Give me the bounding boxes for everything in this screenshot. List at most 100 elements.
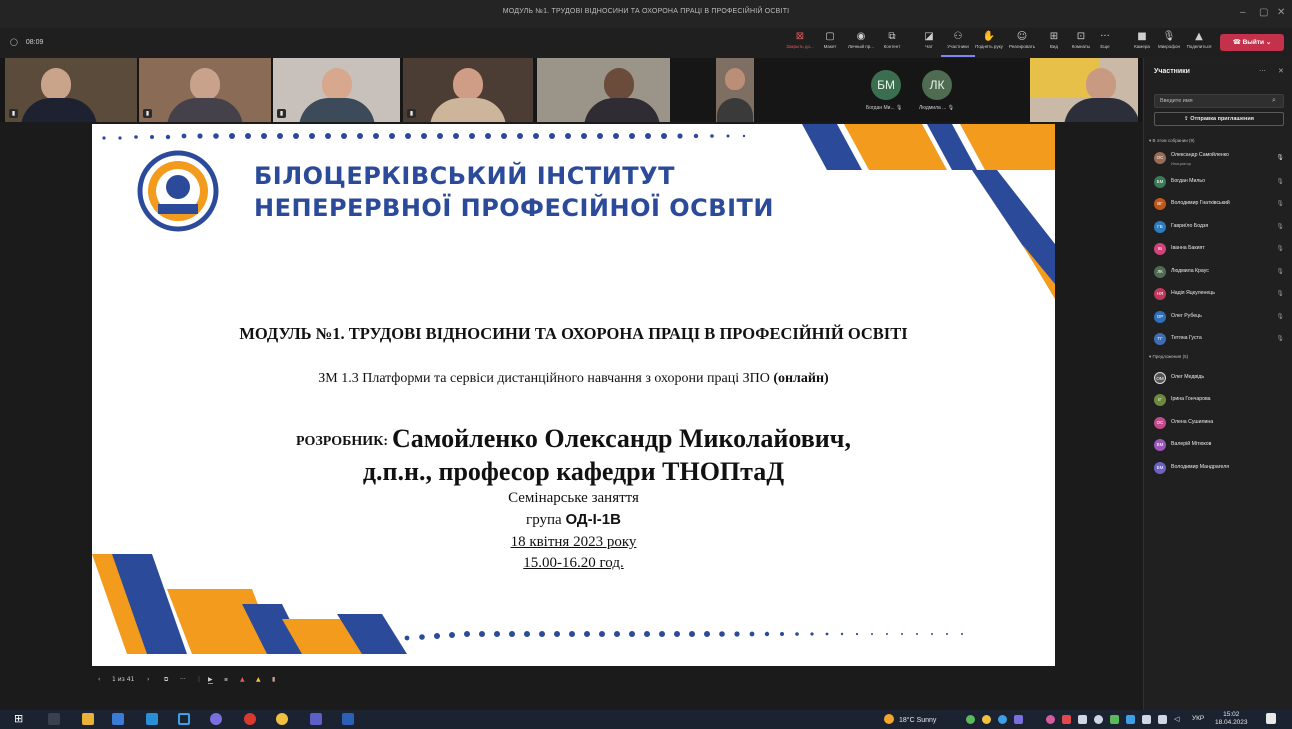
more-icon[interactable]: ··· bbox=[180, 676, 186, 683]
avatar[interactable]: ЛК bbox=[922, 70, 952, 100]
viber-icon[interactable] bbox=[210, 713, 222, 725]
tray-icon[interactable] bbox=[1014, 715, 1023, 724]
video-tile[interactable] bbox=[716, 58, 754, 122]
system-clock[interactable]: 15:02 18.04.2023 bbox=[1215, 711, 1248, 727]
participant-row[interactable]: ОС Олександр Самойленко Инициатор 🎙 bbox=[1154, 150, 1288, 168]
pen-tray-icon[interactable] bbox=[1158, 715, 1167, 724]
tray-icon[interactable] bbox=[982, 715, 991, 724]
tray-icon[interactable] bbox=[1046, 715, 1055, 724]
snip-icon[interactable] bbox=[178, 713, 190, 725]
suggested-row[interactable]: ВМ Володимир Мандрагеля bbox=[1154, 460, 1288, 478]
tray-icon[interactable] bbox=[998, 715, 1007, 724]
participant-row[interactable]: ВГ Володимир Гнатківський 🎙 bbox=[1154, 196, 1288, 214]
avatar: ТГ bbox=[1154, 333, 1166, 345]
video-tile[interactable]: ▮ bbox=[403, 58, 533, 122]
personal-view-button[interactable]: ◉ Личный пр... bbox=[844, 31, 878, 57]
leave-button[interactable]: ☎ Выйти ⌄ bbox=[1220, 34, 1284, 51]
mic-off-icon: 🎙 bbox=[1276, 335, 1284, 342]
eraser-icon[interactable]: ▪ bbox=[224, 676, 228, 683]
meeting-timer: ◯ 08:09 bbox=[10, 38, 44, 46]
title-bar: МОДУЛЬ №1. ТРУДОВІ ВІДНОСИНИ ТА ОХОРОНА … bbox=[0, 0, 1292, 28]
participant-row[interactable]: ТГ Тетяна Густа 🎙 bbox=[1154, 331, 1288, 349]
pen-icon[interactable]: ▮ bbox=[272, 676, 275, 683]
react-button[interactable]: ☺ Реагировать bbox=[1005, 31, 1039, 57]
suggested-row[interactable]: ОС Олена Сушилина bbox=[1154, 415, 1288, 433]
mic-off-icon: 🎙 bbox=[1276, 268, 1284, 275]
prev-slide-icon[interactable]: ‹ bbox=[98, 676, 100, 683]
window-title: МОДУЛЬ №1. ТРУДОВІ ВІДНОСИНИ ТА ОХОРОНА … bbox=[502, 8, 790, 15]
group-line: група ОД-І-1В bbox=[526, 511, 621, 528]
participants-button[interactable]: ⚇ Участники bbox=[941, 31, 975, 57]
institute-name: БІЛОЦЕРКІВСЬКИЙ ІНСТИТУТ НЕПЕРЕРВНОЇ ПРО… bbox=[254, 162, 774, 222]
raise-hand-button[interactable]: ✋ Поднять руку bbox=[972, 31, 1006, 57]
avatar: ВГ bbox=[1154, 198, 1166, 210]
highlighter-icon[interactable]: ▲ bbox=[256, 676, 261, 683]
participant-row[interactable]: ГБ Гавриїло Бодзя 🎙 bbox=[1154, 219, 1288, 237]
tray-icon[interactable] bbox=[1078, 715, 1087, 724]
share-button[interactable]: ▲ Поделиться bbox=[1182, 31, 1216, 57]
stop-sharing-button[interactable]: ⊠ Закрыть до... bbox=[783, 31, 817, 57]
content-button[interactable]: ⧉ Контент bbox=[875, 31, 909, 57]
avatar: ВМ bbox=[1154, 462, 1166, 474]
video-tile[interactable]: ▮ bbox=[5, 58, 137, 122]
suggested-row[interactable]: ВМ Валерій Мітюков bbox=[1154, 437, 1288, 455]
video-tile[interactable] bbox=[1030, 58, 1138, 122]
video-tile[interactable]: ▮ bbox=[139, 58, 271, 122]
close-icon[interactable]: ✕ bbox=[1277, 7, 1285, 18]
participant-row[interactable]: ЛК Людмила Краус 🎙 bbox=[1154, 264, 1288, 282]
participant-row[interactable]: НЯ Надія Яцкуленець 🎙 bbox=[1154, 286, 1288, 304]
file-explorer-icon[interactable] bbox=[82, 713, 94, 725]
suggested-row[interactable]: ІГ Ірина Гончарова bbox=[1154, 392, 1288, 410]
next-slide-icon[interactable]: › bbox=[147, 676, 149, 683]
developer-title: д.п.н., професор кафедри ТНОПтаД bbox=[362, 457, 785, 486]
avatar[interactable]: БМ bbox=[871, 70, 901, 100]
suggested-row[interactable]: ОМ Олег Медвідь bbox=[1154, 370, 1288, 388]
red-pen-icon[interactable]: ▲ bbox=[240, 676, 245, 683]
mic-icon: ▮ bbox=[277, 109, 286, 118]
tray-icon[interactable] bbox=[966, 715, 975, 724]
more-button[interactable]: ··· Еще bbox=[1088, 31, 1122, 57]
windows-start-icon[interactable]: ⊞ bbox=[14, 713, 26, 725]
more-icon[interactable]: ··· bbox=[1259, 67, 1266, 75]
teams-icon[interactable] bbox=[310, 713, 322, 725]
video-tile[interactable]: ▮ bbox=[537, 58, 670, 122]
store-icon[interactable] bbox=[112, 713, 124, 725]
pointer-tool-icon[interactable]: ▶ bbox=[208, 676, 213, 684]
notifications-icon[interactable] bbox=[1266, 713, 1276, 724]
people-icon: ⚇ bbox=[953, 31, 963, 42]
word-icon[interactable] bbox=[342, 713, 354, 725]
participant-row[interactable]: ІБ Іванна Бакият 🎙 bbox=[1154, 241, 1288, 259]
recorder-icon[interactable] bbox=[244, 713, 256, 725]
search-icon[interactable]: ⌕ bbox=[1272, 96, 1276, 105]
suggested-section[interactable]: ▾ Предложения (5) bbox=[1149, 354, 1188, 360]
in-meeting-section[interactable]: ▾ В этом собрании (9) bbox=[1149, 138, 1194, 144]
participant-row[interactable]: ОР Олег Рубець 🎙 bbox=[1154, 309, 1288, 327]
mic-icon: ▮ bbox=[407, 109, 416, 118]
thumbnails-icon[interactable]: ⧉ bbox=[164, 676, 168, 684]
volume-icon[interactable]: ◁ bbox=[1174, 715, 1183, 724]
eye-icon: ◉ bbox=[856, 31, 866, 42]
minimize-icon[interactable]: – bbox=[1240, 7, 1246, 18]
send-invitation-button[interactable]: ⇪ Отправка приглашения bbox=[1154, 112, 1284, 126]
input-language[interactable]: УКР bbox=[1192, 715, 1204, 722]
tray-icon[interactable] bbox=[1062, 715, 1071, 724]
microphone-button[interactable]: 🎙 Микрофон bbox=[1152, 31, 1186, 57]
video-tile[interactable]: ▮ bbox=[273, 58, 400, 122]
chrome-icon[interactable] bbox=[276, 713, 288, 725]
avatar: БМ bbox=[1154, 176, 1166, 188]
network-icon[interactable] bbox=[1142, 715, 1151, 724]
tray-icon[interactable] bbox=[1094, 715, 1103, 724]
smile-icon: ☺ bbox=[1016, 31, 1028, 42]
close-icon[interactable]: ✕ bbox=[1278, 67, 1284, 75]
layout-button[interactable]: ▢ Макет bbox=[813, 31, 847, 57]
tray-icon[interactable] bbox=[1126, 715, 1135, 724]
weather-widget[interactable]: 18°C Sunny bbox=[884, 714, 936, 724]
participant-row[interactable]: БМ Богдан Мильо 🎙 bbox=[1154, 174, 1288, 192]
share-icon: ▲ bbox=[1195, 31, 1203, 42]
maximize-icon[interactable]: ▢ bbox=[1259, 7, 1268, 18]
mail-icon[interactable] bbox=[146, 713, 158, 725]
mic-icon: ▮ bbox=[9, 109, 18, 118]
task-view-icon[interactable] bbox=[48, 713, 60, 725]
search-input[interactable]: Введите имя bbox=[1154, 94, 1284, 108]
tray-icon[interactable] bbox=[1110, 715, 1119, 724]
